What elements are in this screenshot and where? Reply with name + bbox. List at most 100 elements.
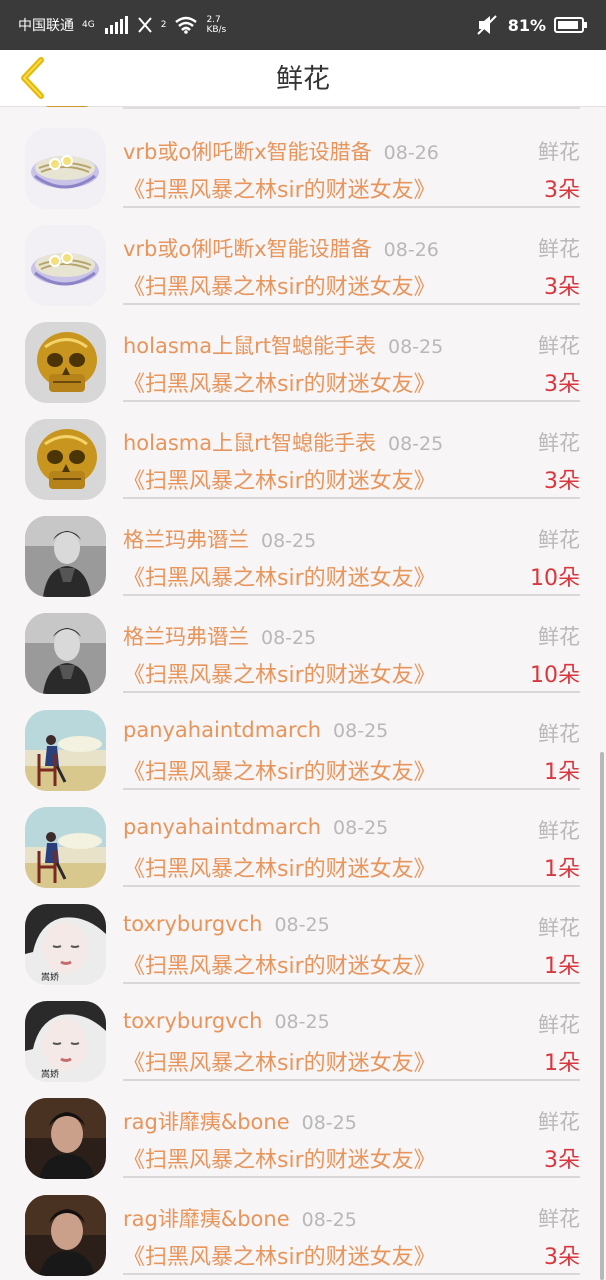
divider [123,1273,580,1275]
work-title-link[interactable]: 《扫黑风暴之林sir的财迷女友》 [123,948,436,980]
date-label: 08-25 [261,627,317,649]
list-item[interactable]: toxryburgvch 08-25 鲜花 《扫黑风暴之林sir的财迷女友》 1朵 [0,885,606,982]
user-name[interactable]: rag诽靡痍&bone 08-25 [123,1203,357,1233]
work-title-link[interactable]: 《扫黑风暴之林sir的财迷女友》 [123,463,436,495]
flower-record-list[interactable]: vrb或o俐吒断x智能设腊备 08-26 鲜花 《扫黑风暴之林sir的财迷女友》 … [0,106,606,1280]
gift-type-label: 鲜花 [538,528,580,552]
list-item[interactable]: vrb或o俐吒断x智能设腊备 08-26 鲜花 《扫黑风暴之林sir的财迷女友》 … [0,206,606,303]
girl-face-avatar [25,904,106,985]
user-name-text: rag诽靡痍&bone [123,1207,290,1231]
gift-type-label: 鲜花 [538,819,580,843]
user-name-text: toxryburgvch [123,912,263,936]
list-item[interactable]: holasma上鼠rt智螅能手表 08-25 鲜花 《扫黑风暴之林sir的财迷女友… [0,400,606,497]
avatar[interactable] [25,128,106,209]
work-title-link[interactable]: 《扫黑风暴之林sir的财迷女友》 [123,366,436,398]
work-title-link[interactable]: 《扫黑风暴之林sir的财迷女友》 [123,754,436,786]
list-item[interactable]: rag诽靡痍&bone 08-25 鲜花 《扫黑风暴之林sir的财迷女友》 3朵 [0,1176,606,1273]
status-left: 中国联通 4G 2 2.7 KB/s [18,15,226,35]
user-name[interactable]: holasma上鼠rt智螅能手表 08-25 [123,427,443,457]
user-name-text: rag诽靡痍&bone [123,1110,290,1134]
user-name-text: toxryburgvch [123,1009,263,1033]
no-signal-icon [137,17,152,33]
list-item[interactable]: panyahaintdmarch 08-25 鲜花 《扫黑风暴之林sir的财迷女友… [0,788,606,885]
avatar[interactable] [25,1001,106,1082]
date-label: 08-25 [333,817,389,839]
page-title: 鲜花 [276,64,330,95]
avatar[interactable] [25,807,106,888]
work-title-link[interactable]: 《扫黑风暴之林sir的财迷女友》 [123,269,436,301]
date-label: 08-26 [383,142,439,164]
flower-count: 3朵 [544,1245,580,1270]
avatar[interactable] [25,613,106,694]
flower-count: 10朵 [530,663,580,688]
user-name-text: holasma上鼠rt智螅能手表 [123,431,376,455]
flower-count: 3朵 [544,275,580,300]
user-name[interactable]: panyahaintdmarch 08-25 [123,718,388,742]
list-item[interactable]: 格兰玛弗谮兰 08-25 鲜花 《扫黑风暴之林sir的财迷女友》 10朵 [0,594,606,691]
network-speed: 2.7 KB/s [206,15,226,35]
user-name[interactable]: 格兰玛弗谮兰 08-25 [123,524,316,554]
battery-icon [554,17,587,33]
user-name-text: 格兰玛弗谮兰 [123,625,249,649]
work-title-link[interactable]: 《扫黑风暴之林sir的财迷女友》 [123,1239,436,1271]
list-item[interactable]: vrb或o俐吒断x智能设腊备 08-26 鲜花 《扫黑风暴之林sir的财迷女友》 … [0,109,606,206]
dark-portrait-avatar [25,1195,106,1276]
user-name[interactable]: panyahaintdmarch 08-25 [123,815,388,839]
user-name[interactable]: vrb或o俐吒断x智能设腊备 08-26 [123,136,439,166]
avatar[interactable] [25,710,106,791]
carrier-label: 中国联通 [18,18,74,34]
user-name-text: panyahaintdmarch [123,815,322,839]
battery-percent: 81% [507,15,546,35]
avatar[interactable] [25,419,106,500]
work-title-link[interactable]: 《扫黑风暴之林sir的财迷女友》 [123,560,436,592]
date-label: 08-25 [388,433,444,455]
user-name[interactable]: holasma上鼠rt智螅能手表 08-25 [123,330,443,360]
chair-sky-avatar [25,807,106,888]
work-title-link[interactable]: 《扫黑风暴之林sir的财迷女友》 [123,172,436,204]
flower-count: 3朵 [544,372,580,397]
gift-type-label: 鲜花 [538,334,580,358]
gift-type-label: 鲜花 [538,1207,580,1231]
speed-value: 2.7 [206,15,221,25]
list-item[interactable]: panyahaintdmarch 08-25 鲜花 《扫黑风暴之林sir的财迷女友… [0,691,606,788]
work-title-link[interactable]: 《扫黑风暴之林sir的财迷女友》 [123,657,436,689]
avatar[interactable] [25,516,106,597]
gift-type-label: 鲜花 [538,237,580,261]
avatar[interactable] [25,1098,106,1179]
gift-type-label: 鲜花 [538,1013,580,1037]
bw-portrait-avatar [25,613,106,694]
work-title-link[interactable]: 《扫黑风暴之林sir的财迷女友》 [123,851,436,883]
user-name-text: vrb或o俐吒断x智能设腊备 [123,140,372,164]
sim2-label: 2 [160,19,167,30]
date-label: 08-25 [301,1112,357,1134]
user-name[interactable]: toxryburgvch 08-25 [123,1009,330,1033]
noodle-bowl-avatar [25,128,106,209]
avatar[interactable] [25,322,106,403]
flower-count: 1朵 [544,1051,580,1076]
flower-count: 3朵 [544,1148,580,1173]
speed-unit: KB/s [206,25,227,35]
list-item[interactable]: toxryburgvch 08-25 鲜花 《扫黑风暴之林sir的财迷女友》 1朵 [0,982,606,1079]
avatar[interactable] [25,225,106,306]
date-label: 08-25 [301,1209,357,1231]
list-item[interactable]: 格兰玛弗谮兰 08-25 鲜花 《扫黑风暴之林sir的财迷女友》 10朵 [0,497,606,594]
user-name[interactable]: rag诽靡痍&bone 08-25 [123,1106,357,1136]
scrollbar[interactable] [600,752,604,1280]
golden-skull-avatar [25,322,106,403]
date-label: 08-25 [333,720,389,742]
golden-skull-avatar [25,419,106,500]
flower-count: 1朵 [544,954,580,979]
user-name-text: holasma上鼠rt智螅能手表 [123,334,376,358]
work-title-link[interactable]: 《扫黑风暴之林sir的财迷女友》 [123,1045,436,1077]
flower-count: 1朵 [544,857,580,882]
list-item[interactable]: holasma上鼠rt智螅能手表 08-25 鲜花 《扫黑风暴之林sir的财迷女友… [0,303,606,400]
user-name[interactable]: toxryburgvch 08-25 [123,912,330,936]
flower-count: 3朵 [544,469,580,494]
avatar[interactable] [25,1195,106,1276]
signal-icon [104,16,128,34]
avatar[interactable] [25,904,106,985]
user-name[interactable]: vrb或o俐吒断x智能设腊备 08-26 [123,233,439,263]
work-title-link[interactable]: 《扫黑风暴之林sir的财迷女友》 [123,1142,436,1174]
user-name[interactable]: 格兰玛弗谮兰 08-25 [123,621,316,651]
list-item[interactable]: rag诽靡痍&bone 08-25 鲜花 《扫黑风暴之林sir的财迷女友》 3朵 [0,1079,606,1176]
